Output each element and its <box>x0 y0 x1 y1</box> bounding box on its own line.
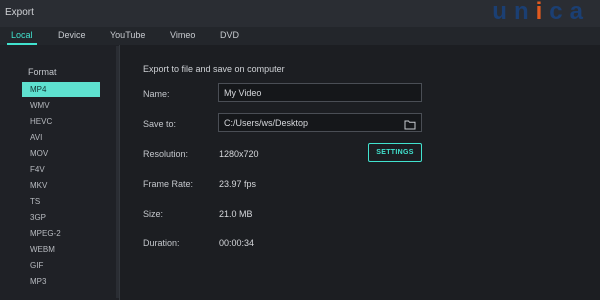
settings-button[interactable]: SETTINGS <box>368 143 422 162</box>
frame-rate-value: 23.97 fps <box>219 179 257 189</box>
format-item-mpeg2[interactable]: MPEG-2 <box>22 226 100 241</box>
format-item-wmv[interactable]: WMV <box>22 98 100 113</box>
size-label: Size: <box>143 209 164 219</box>
size-value: 21.0 MB <box>219 209 253 219</box>
tab-dvd[interactable]: DVD <box>220 27 239 44</box>
format-item-avi[interactable]: AVI <box>22 130 100 145</box>
format-item-hevc[interactable]: HEVC <box>22 114 100 129</box>
save-to-field[interactable] <box>218 113 422 132</box>
sidebar-scrollbar[interactable] <box>116 46 119 298</box>
resolution-value: 1280x720 <box>219 149 259 159</box>
format-item-mkv[interactable]: MKV <box>22 178 100 193</box>
window-title: Export <box>5 7 34 18</box>
save-path-input[interactable] <box>224 116 404 129</box>
logo-letter-a: a <box>569 0 590 25</box>
frame-rate-label: Frame Rate: <box>143 179 194 189</box>
duration-label: Duration: <box>143 238 180 248</box>
format-sidebar: Format MP4 WMV HEVC AVI MOV F4V MKV TS 3… <box>0 45 120 300</box>
format-item-3gp[interactable]: 3GP <box>22 210 100 225</box>
logo-letter-u: u <box>492 0 514 25</box>
tab-device[interactable]: Device <box>58 27 86 44</box>
name-input[interactable] <box>224 86 404 99</box>
format-item-gif[interactable]: GIF <box>22 258 100 273</box>
tab-bar: Local Device YouTube Vimeo DVD <box>0 27 600 46</box>
tab-local[interactable]: Local <box>7 27 36 45</box>
format-item-mp4[interactable]: MP4 <box>22 82 100 97</box>
name-label: Name: <box>143 89 170 99</box>
tab-youtube[interactable]: YouTube <box>110 27 145 44</box>
title-bar: Export unica <box>0 0 600 27</box>
unica-logo: unica <box>492 0 590 26</box>
logo-letter-n: n <box>513 0 536 25</box>
name-field[interactable] <box>218 83 422 102</box>
export-settings-panel: Export to file and save on computer Name… <box>120 45 600 300</box>
format-item-mov[interactable]: MOV <box>22 146 100 161</box>
resolution-label: Resolution: <box>143 149 189 159</box>
format-item-webm[interactable]: WEBM <box>22 242 100 257</box>
format-item-mp3[interactable]: MP3 <box>22 274 100 289</box>
logo-letter-c: c <box>549 0 570 25</box>
duration-value: 00:00:34 <box>219 238 255 248</box>
logo-letter-i: i <box>535 0 550 25</box>
format-item-ts[interactable]: TS <box>22 194 100 209</box>
format-item-f4v[interactable]: F4V <box>22 162 100 177</box>
save-to-label: Save to: <box>143 119 177 129</box>
panel-description: Export to file and save on computer <box>143 64 285 74</box>
tab-vimeo[interactable]: Vimeo <box>170 27 195 44</box>
format-heading: Format <box>28 67 57 77</box>
folder-icon[interactable] <box>404 117 416 135</box>
